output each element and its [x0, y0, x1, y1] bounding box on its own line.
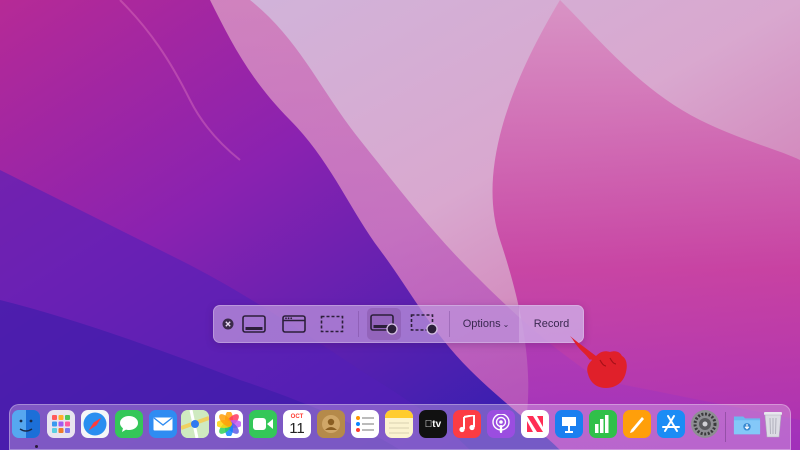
- numbers-icon: [595, 415, 609, 433]
- maps-icon: [181, 410, 209, 438]
- dock-app-safari[interactable]: [81, 410, 109, 438]
- contacts-icon: [322, 415, 340, 433]
- dock-app-photos[interactable]: [215, 410, 243, 438]
- messages-icon: [120, 416, 138, 432]
- screen-record-icon: [370, 314, 398, 335]
- window-icon: [282, 315, 306, 333]
- trash-icon: [764, 412, 782, 438]
- options-dropdown[interactable]: Options ⌄: [456, 305, 516, 343]
- dock-app-news[interactable]: [521, 410, 549, 438]
- dock-downloads-folder[interactable]: [733, 410, 761, 438]
- record-selection-button[interactable]: [407, 305, 441, 343]
- dock-app-notes[interactable]: [385, 410, 413, 438]
- pages-icon: [630, 417, 644, 433]
- dock-app-podcasts[interactable]: [487, 410, 515, 438]
- pointing-hand-cursor-icon: [570, 336, 627, 388]
- tv-label: tv: [428, 418, 441, 430]
- photos-icon: [217, 412, 241, 436]
- options-label: Options: [462, 318, 501, 330]
- music-icon: [459, 415, 475, 433]
- dock-divider: [725, 412, 726, 442]
- toolbar-divider: [449, 311, 450, 337]
- finder-icon: [12, 410, 40, 438]
- close-icon: [222, 318, 234, 330]
- capture-selection-button[interactable]: [317, 305, 347, 343]
- launchpad-icon: [52, 415, 70, 433]
- dashed-selection-icon: [320, 315, 344, 333]
- capture-entire-screen-button[interactable]: [239, 305, 269, 343]
- system-preferences-icon: [693, 412, 717, 436]
- chevron-down-icon: ⌄: [502, 319, 510, 329]
- downloads-folder-icon: [733, 416, 761, 435]
- dock-app-music[interactable]: [453, 410, 481, 438]
- dock-app-facetime[interactable]: [249, 410, 277, 438]
- dock-app-app-store[interactable]: [657, 410, 685, 438]
- dock-app-contacts[interactable]: [317, 410, 345, 438]
- dock-app-pages[interactable]: [623, 410, 651, 438]
- dock-app-launchpad[interactable]: [47, 410, 75, 438]
- safari-icon: [83, 412, 107, 436]
- dock-app-tv[interactable]:  tv: [419, 410, 447, 438]
- dock-app-finder[interactable]: [12, 410, 40, 438]
- mail-icon: [153, 417, 173, 431]
- toolbar-divider: [358, 311, 359, 337]
- record-label: Record: [533, 318, 570, 330]
- dock-app-maps[interactable]: [181, 410, 209, 438]
- dock-app-calendar[interactable]: OCT 11: [283, 410, 311, 438]
- running-indicator: [35, 445, 38, 448]
- screen-icon: [242, 315, 266, 333]
- dock-app-system-preferences[interactable]: [691, 410, 719, 438]
- close-toolbar-button[interactable]: [219, 305, 237, 343]
- podcasts-icon: [492, 414, 510, 433]
- dock-trash[interactable]: [759, 410, 787, 438]
- dock-app-numbers[interactable]: [589, 410, 617, 438]
- news-icon: [527, 416, 543, 432]
- wallpaper: [0, 0, 800, 450]
- keynote-icon: [562, 417, 576, 433]
- capture-window-button[interactable]: [279, 305, 309, 343]
- tv-icon: : [425, 419, 433, 430]
- app-store-icon: [662, 415, 680, 432]
- notes-icon: [385, 410, 413, 434]
- facetime-icon: [253, 418, 273, 430]
- dock-app-mail[interactable]: [149, 410, 177, 438]
- desktop: Options ⌄ Record OCT 11 tv: [0, 0, 800, 450]
- dock: OCT 11  tv: [9, 404, 791, 450]
- dock-app-reminders[interactable]: [351, 410, 379, 438]
- dock-app-messages[interactable]: [115, 410, 143, 438]
- screenshot-toolbar: Options ⌄ Record: [213, 305, 584, 343]
- selection-record-icon: [410, 314, 438, 335]
- reminders-icon: [356, 416, 374, 432]
- calendar-day: 11: [289, 419, 305, 437]
- record-entire-screen-button[interactable]: [367, 308, 401, 340]
- dock-app-keynote[interactable]: [555, 410, 583, 438]
